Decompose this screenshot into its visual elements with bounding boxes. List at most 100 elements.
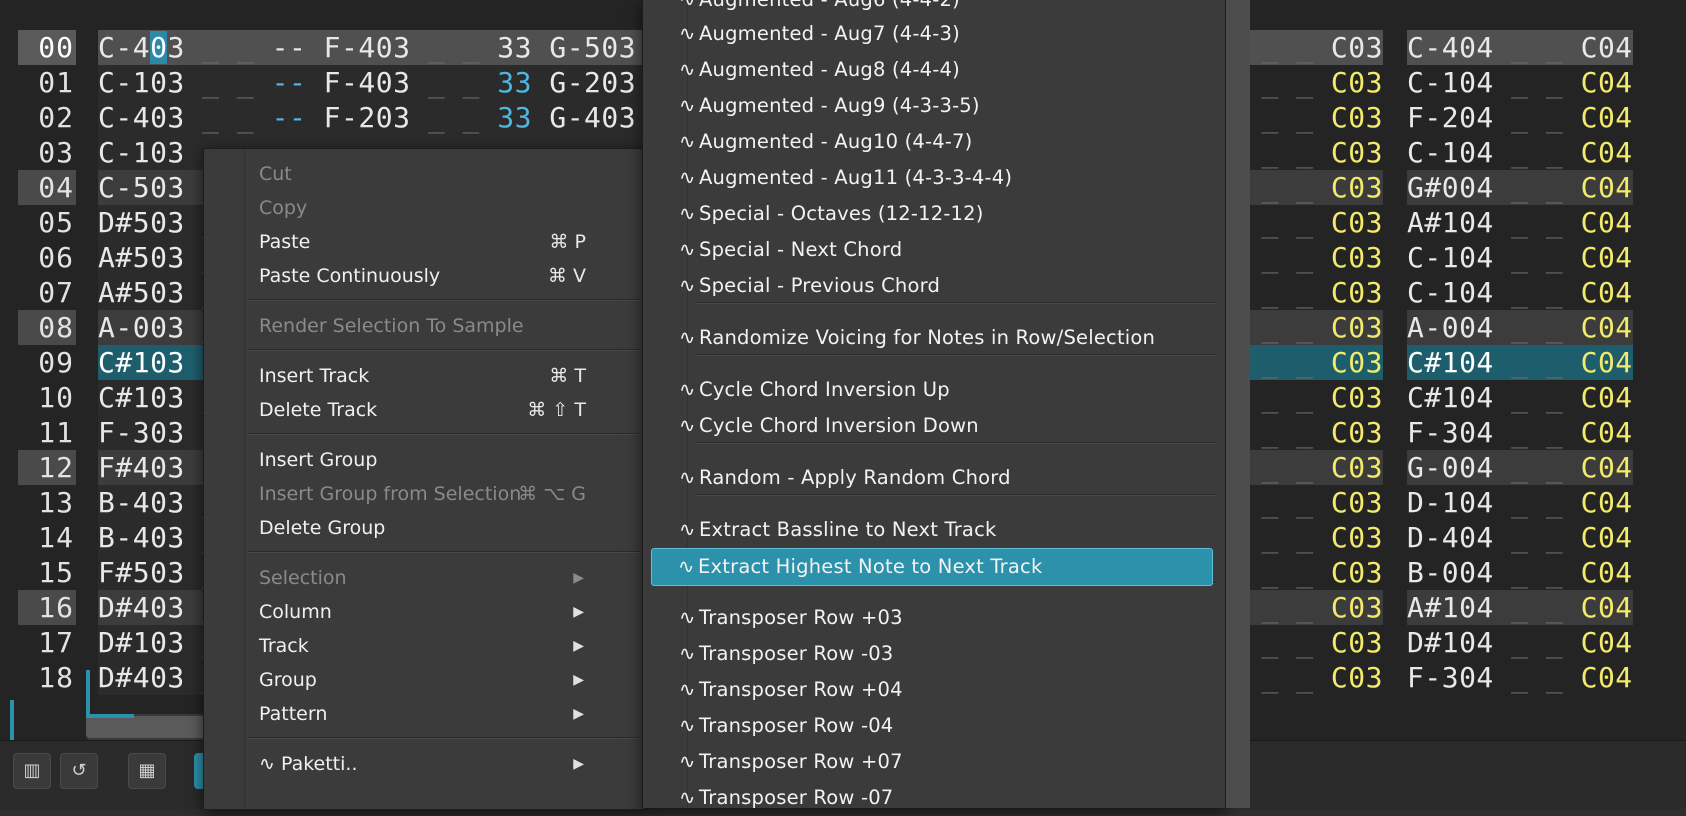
menu-item-copy[interactable]: Copy bbox=[204, 191, 644, 225]
table-row[interactable]: _ _ C03 bbox=[1228, 625, 1383, 660]
table-row[interactable]: _ _ C03 bbox=[1228, 205, 1383, 240]
table-row[interactable]: _ _ C03 bbox=[1228, 345, 1383, 380]
track-2-column[interactable]: _ _ C03 _ _ C03 _ _ C03 _ _ C03 _ _ C03 _ _ C… bbox=[1228, 30, 1383, 695]
menu-item-group[interactable]: Group ▶ bbox=[204, 663, 644, 697]
table-row[interactable]: _ _ C03 bbox=[1228, 415, 1383, 450]
value-cell: C04 bbox=[1580, 381, 1633, 414]
submenu-item[interactable]: ∿ Transposer Row -07 bbox=[653, 780, 1213, 816]
table-row[interactable]: _ _ C03 bbox=[1228, 240, 1383, 275]
table-row[interactable]: A#104 _ _ C04 bbox=[1407, 205, 1633, 240]
menu-item-paketti[interactable]: ∿ Paketti.. ▶ bbox=[204, 747, 644, 781]
table-row[interactable]: F-204 _ _ C04 bbox=[1407, 100, 1633, 135]
instrument-cell: 03 bbox=[150, 66, 185, 99]
menu-separator bbox=[248, 433, 640, 435]
menu-item-column[interactable]: Column ▶ bbox=[204, 595, 644, 629]
table-row[interactable]: C-104 _ _ C04 bbox=[1407, 135, 1633, 170]
table-row[interactable]: _ _ C03 bbox=[1228, 450, 1383, 485]
table-row[interactable]: C-103 _ _ -- F-403 _ _ 33 G-203 _ _ 6 bbox=[98, 65, 642, 100]
submenu-item[interactable]: ∿ Augmented - Aug10 (4-4-7) bbox=[653, 124, 1213, 160]
table-row[interactable]: D-404 _ _ C04 bbox=[1407, 520, 1633, 555]
wave-icon: ∿ bbox=[678, 555, 695, 578]
value-cell: C03 bbox=[1330, 31, 1383, 64]
table-row[interactable]: _ _ C03 bbox=[1228, 275, 1383, 310]
menu-item-delete-track[interactable]: Delete Track ⌘ ⇧ T bbox=[204, 393, 644, 427]
submenu-item[interactable]: ∿ Extract Highest Note to Next Track bbox=[651, 548, 1213, 586]
empty-volume: _ _ bbox=[184, 101, 272, 134]
submenu-item[interactable]: ∿ Augmented - Aug11 (4-3-3-4-4) bbox=[653, 160, 1213, 196]
table-row[interactable]: _ _ C03 bbox=[1228, 555, 1383, 590]
empty-volume: _ _ bbox=[1493, 416, 1581, 449]
table-row[interactable]: A#104 _ _ C04 bbox=[1407, 590, 1633, 625]
menu-item-insert-group-from-selection[interactable]: Insert Group from Selection ⌘ ⌥ G bbox=[204, 477, 644, 511]
submenu-item[interactable]: ∿ Augmented - Aug9 (4-3-3-5) bbox=[653, 88, 1213, 124]
menu-item-cut[interactable]: Cut bbox=[204, 157, 644, 191]
submenu-item[interactable]: ∿ Random - Apply Random Chord bbox=[653, 460, 1213, 496]
submenu-item[interactable]: ∿ Transposer Row +04 bbox=[653, 672, 1213, 708]
submenu-item[interactable]: ∿ Augmented - Aug7 (4-4-3) bbox=[653, 16, 1213, 52]
table-row[interactable]: _ _ C03 bbox=[1228, 660, 1383, 695]
table-row[interactable]: D-104 _ _ C04 bbox=[1407, 485, 1633, 520]
instrument-cell: 03 bbox=[150, 486, 185, 519]
menu-item-insert-track[interactable]: Insert Track ⌘ T bbox=[204, 359, 644, 393]
submenu-item[interactable]: ∿ Transposer Row -04 bbox=[653, 708, 1213, 744]
note-cell: C-104 bbox=[1407, 66, 1494, 99]
volume-cell: 33 bbox=[497, 31, 532, 64]
submenu-item[interactable]: ∿ Transposer Row -03 bbox=[653, 636, 1213, 672]
table-row[interactable]: F-304 _ _ C04 bbox=[1407, 415, 1633, 450]
submenu-item[interactable]: ∿ Special - Octaves (12-12-12) bbox=[653, 196, 1213, 232]
menu-item-render-selection[interactable]: Render Selection To Sample bbox=[204, 309, 644, 343]
instrument-cell: 03 bbox=[150, 101, 185, 134]
table-row[interactable]: C#104 _ _ C04 bbox=[1407, 345, 1633, 380]
table-row[interactable]: C-104 _ _ C04 bbox=[1407, 240, 1633, 275]
menu-item-pattern[interactable]: Pattern ▶ bbox=[204, 697, 644, 731]
submenu-item[interactable]: ∿ Cycle Chord Inversion Up bbox=[653, 372, 1213, 408]
table-row[interactable]: C-104 _ _ C04 bbox=[1407, 275, 1633, 310]
table-row[interactable]: C#104 _ _ C04 bbox=[1407, 380, 1633, 415]
loop-icon[interactable]: ↺ bbox=[60, 753, 98, 789]
instrument-cell: 03 bbox=[150, 171, 185, 204]
note-cell-3: G-203 bbox=[549, 66, 637, 99]
track-3-column[interactable]: C-404 _ _ C04 C-104 _ _ C04 F-204 _ _ C04 C… bbox=[1407, 30, 1633, 695]
table-row[interactable]: C-404 _ _ C04 bbox=[1407, 30, 1633, 65]
menu-item-label: Cut bbox=[259, 163, 292, 185]
value-cell: C03 bbox=[1330, 346, 1383, 379]
panel-toggle-icon[interactable]: ▥ bbox=[13, 753, 51, 789]
note-cell: C-1 bbox=[98, 136, 151, 169]
table-row[interactable]: _ _ C03 bbox=[1228, 100, 1383, 135]
submenu-item[interactable]: ∿ Special - Next Chord bbox=[653, 232, 1213, 268]
submenu-scrollbar[interactable] bbox=[1226, 0, 1250, 808]
table-row[interactable]: D#104 _ _ C04 bbox=[1407, 625, 1633, 660]
submenu-item[interactable]: ∿ Extract Bassline to Next Track bbox=[653, 512, 1213, 548]
table-row[interactable]: _ _ C03 bbox=[1228, 65, 1383, 100]
submenu-item[interactable]: ∿ Transposer Row +03 bbox=[653, 600, 1213, 636]
grid-view-icon[interactable]: ▦ bbox=[128, 753, 166, 789]
menu-item-selection[interactable]: Selection ▶ bbox=[204, 561, 644, 595]
table-row[interactable]: A-004 _ _ C04 bbox=[1407, 310, 1633, 345]
submenu-item[interactable]: ∿ Randomize Voicing for Notes in Row/Sele… bbox=[653, 320, 1213, 356]
table-row[interactable]: _ _ C03 bbox=[1228, 485, 1383, 520]
submenu-item[interactable]: ∿ Special - Previous Chord bbox=[653, 268, 1213, 304]
table-row[interactable]: B-004 _ _ C04 bbox=[1407, 555, 1633, 590]
menu-item-paste-continuously[interactable]: Paste Continuously ⌘ V bbox=[204, 259, 644, 293]
menu-item-paste[interactable]: Paste ⌘ P bbox=[204, 225, 644, 259]
note-cell: A#104 bbox=[1407, 591, 1494, 624]
table-row[interactable]: C-403 _ _ -- F-403 _ _ 33 G-503 _ _ 6 bbox=[98, 30, 642, 65]
table-row[interactable]: _ _ C03 bbox=[1228, 170, 1383, 205]
table-row[interactable]: _ _ C03 bbox=[1228, 380, 1383, 415]
table-row[interactable]: G-004 _ _ C04 bbox=[1407, 450, 1633, 485]
table-row[interactable]: C-403 _ _ -- F-203 _ _ 33 G-403 _ _ 6 bbox=[98, 100, 642, 135]
submenu-item[interactable]: ∿ Augmented - Aug8 (4-4-4) bbox=[653, 52, 1213, 88]
menu-item-insert-group[interactable]: Insert Group bbox=[204, 443, 644, 477]
table-row[interactable]: _ _ C03 bbox=[1228, 135, 1383, 170]
menu-item-track[interactable]: Track ▶ bbox=[204, 629, 644, 663]
table-row[interactable]: _ _ C03 bbox=[1228, 30, 1383, 65]
table-row[interactable]: _ _ C03 bbox=[1228, 520, 1383, 555]
menu-item-delete-group[interactable]: Delete Group bbox=[204, 511, 644, 545]
table-row[interactable]: G#004 _ _ C04 bbox=[1407, 170, 1633, 205]
submenu-item[interactable]: ∿ Transposer Row +07 bbox=[653, 744, 1213, 780]
table-row[interactable]: _ _ C03 bbox=[1228, 310, 1383, 345]
table-row[interactable]: _ _ C03 bbox=[1228, 590, 1383, 625]
table-row[interactable]: C-104 _ _ C04 bbox=[1407, 65, 1633, 100]
submenu-item[interactable]: ∿ Cycle Chord Inversion Down bbox=[653, 408, 1213, 444]
table-row[interactable]: F-304 _ _ C04 bbox=[1407, 660, 1633, 695]
